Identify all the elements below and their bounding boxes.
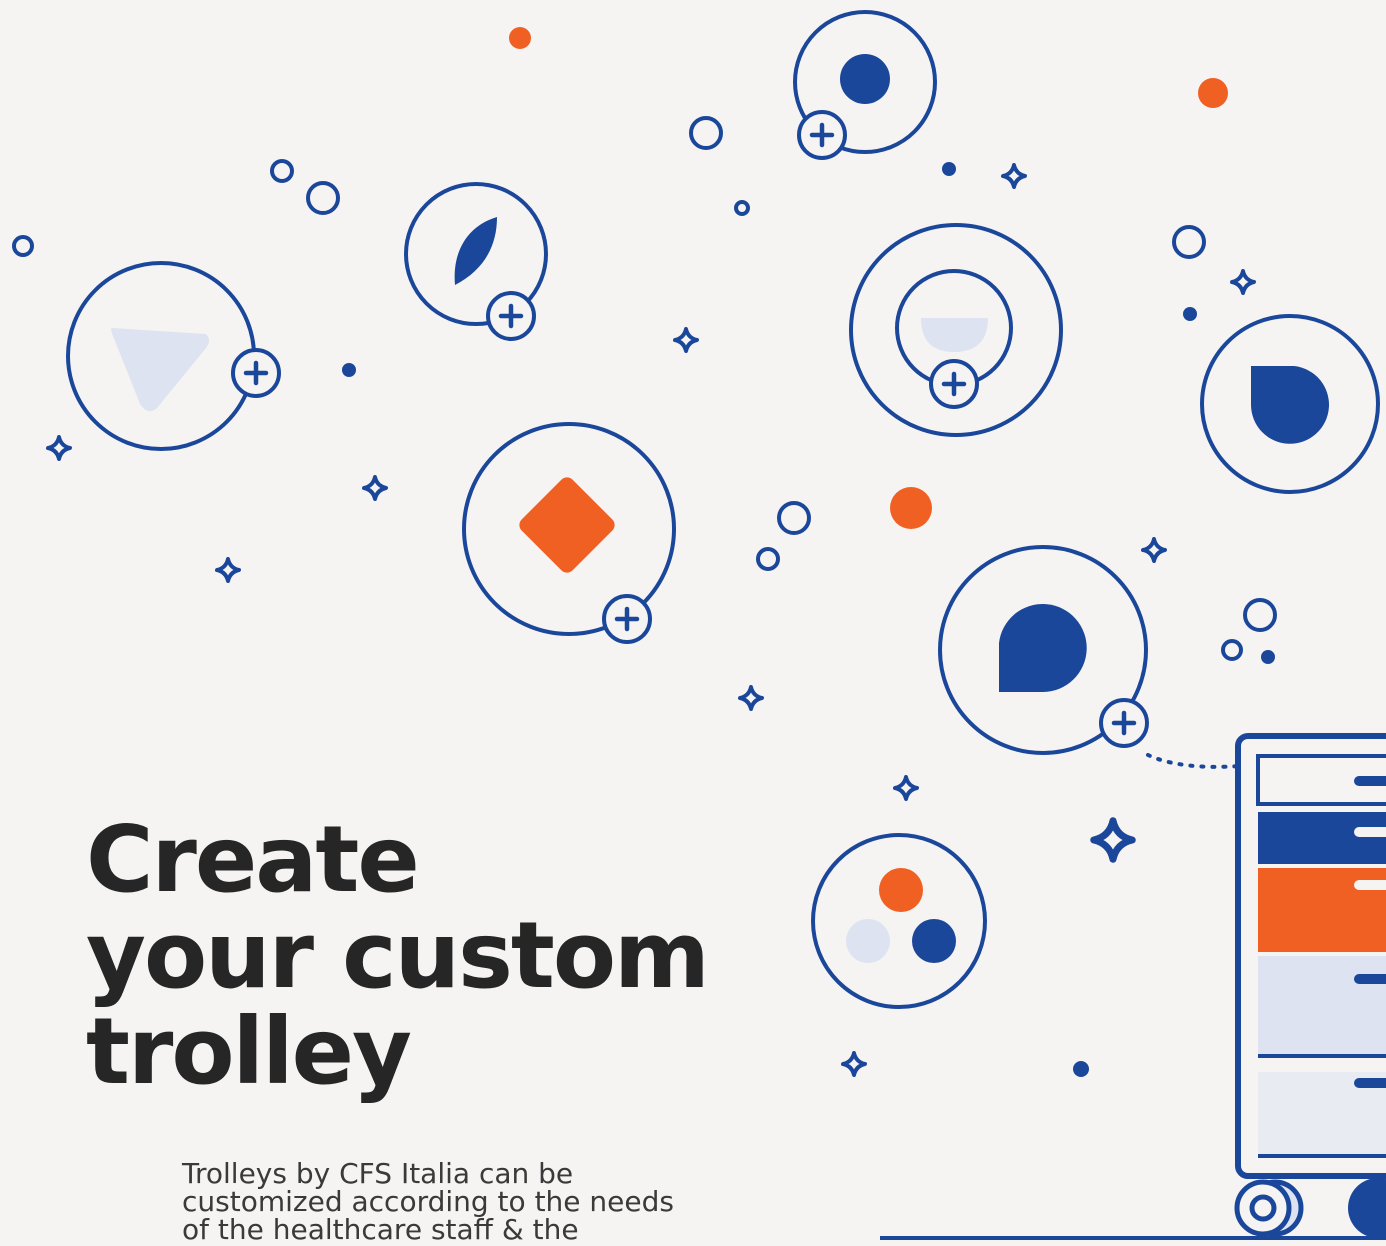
- intro-paragraph: Trolleys by CFS Italia can be customized…: [182, 1157, 674, 1246]
- three-dots-icon-circle: [811, 833, 987, 1009]
- dot-icon-circle: [793, 10, 937, 158]
- speech-bubble-icon-circle: [938, 545, 1242, 769]
- diamond-icon-circle: [462, 422, 676, 642]
- add-icon[interactable]: [604, 596, 650, 642]
- add-icon[interactable]: [799, 112, 845, 158]
- add-icon[interactable]: [1101, 700, 1147, 746]
- title-line: your custom: [86, 902, 710, 1009]
- half-circle-icon-circle: [849, 223, 1063, 437]
- add-icon[interactable]: [233, 350, 279, 396]
- play-icon-circle: [66, 261, 279, 451]
- leaf-icon-circle: [404, 182, 548, 339]
- title-line: trolley: [86, 998, 412, 1105]
- add-icon[interactable]: [488, 293, 534, 339]
- drop-icon-circle: [1200, 314, 1380, 494]
- page-title: Create your custom trolley: [86, 806, 710, 1105]
- title-line: Create: [86, 806, 420, 913]
- add-icon[interactable]: [931, 361, 977, 407]
- decorative-rings: [12, 116, 1277, 661]
